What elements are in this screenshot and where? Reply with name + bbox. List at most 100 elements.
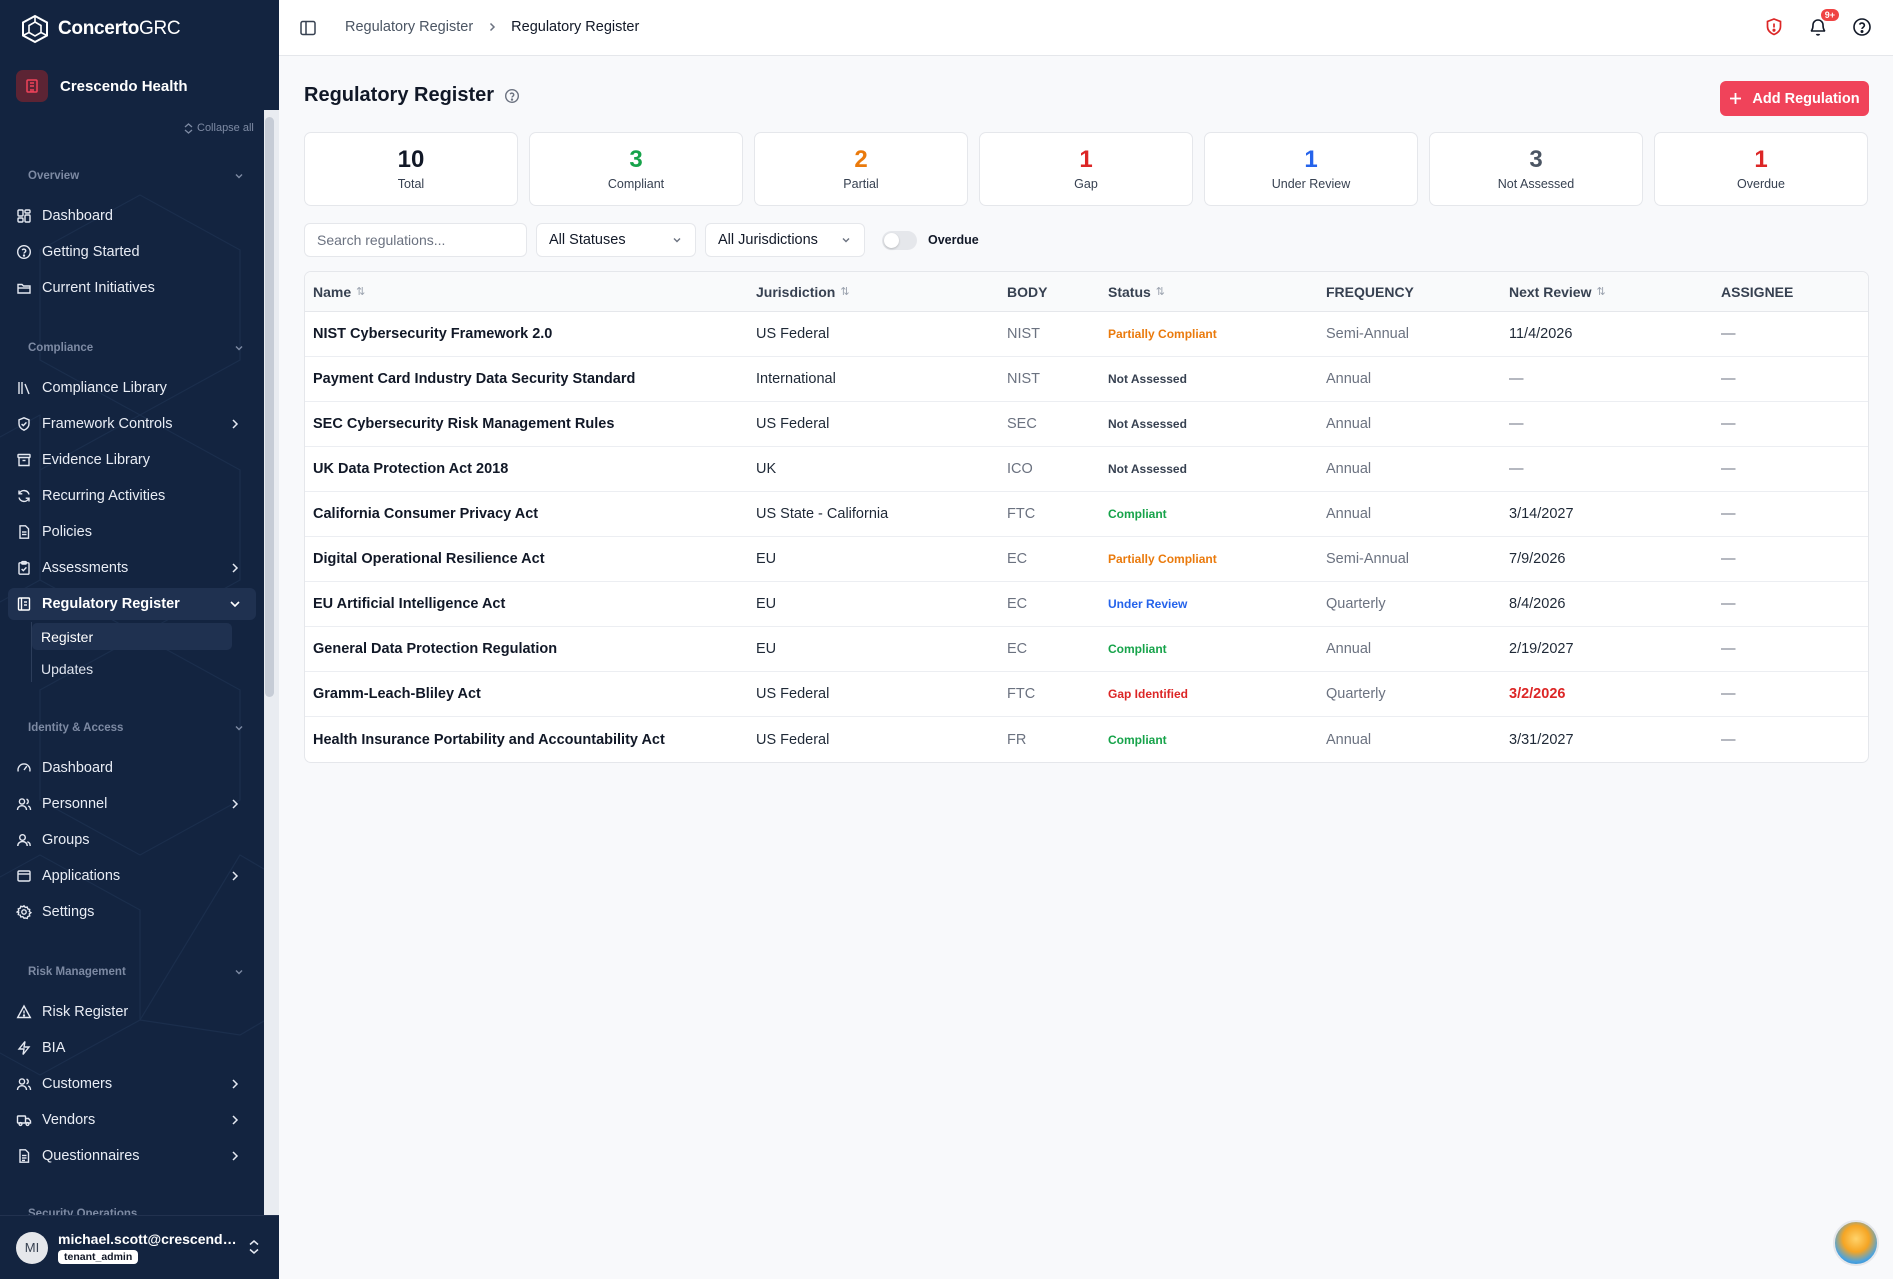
stat-card[interactable]: 1 Gap [979, 132, 1193, 206]
stat-card[interactable]: 10 Total [304, 132, 518, 206]
cell-name[interactable]: EU Artificial Intelligence Act [313, 582, 505, 626]
stat-label: Total [397, 177, 425, 192]
filters-bar: All Statuses All Jurisdictions Overdue [304, 223, 979, 257]
sidebar-item-settings[interactable]: Settings [8, 896, 256, 928]
sidebar-toggle-icon[interactable] [299, 19, 317, 37]
overdue-toggle[interactable] [882, 230, 917, 250]
column-header-status[interactable]: Status ⇅ [1108, 272, 1165, 311]
sidebar-item-getting-started[interactable]: Getting Started [8, 236, 256, 268]
sidebar-item-framework-controls[interactable]: Framework Controls [8, 408, 256, 440]
status-badge: Not Assessed [1108, 417, 1187, 431]
sidebar-item-applications[interactable]: Applications [8, 860, 256, 892]
sidebar-item-bia[interactable]: BIA [8, 1032, 256, 1064]
section-identity-access[interactable]: Identity & Access [28, 722, 244, 734]
table-row[interactable]: Digital Operational Resilience Act EU EC Pa… [305, 537, 1868, 582]
table-row[interactable]: California Consumer Privacy Act US State … [305, 492, 1868, 537]
chevron-right-icon [232, 799, 239, 809]
stat-label: Under Review [1271, 177, 1351, 192]
assistant-fab-button[interactable] [1833, 1220, 1879, 1266]
section-overview[interactable]: Overview [28, 170, 244, 182]
cell-name[interactable]: NIST Cybersecurity Framework 2.0 [313, 312, 552, 356]
column-header-assignee: ASSIGNEE [1721, 283, 1794, 300]
cell-assignee: — [1721, 596, 1736, 612]
column-header-next-review[interactable]: Next Review ⇅ [1509, 272, 1606, 311]
sidebar-scrollbar[interactable] [265, 117, 274, 697]
sidebar-subitem-updates[interactable]: Updates [32, 655, 232, 682]
sidebar-item-personnel[interactable]: Personnel [8, 788, 256, 820]
cell-name[interactable]: SEC Cybersecurity Risk Management Rules [313, 402, 614, 446]
table-row[interactable]: SEC Cybersecurity Risk Management Rules U… [305, 402, 1868, 447]
cell-jurisdiction: US State - California [756, 506, 889, 522]
folder-icon [16, 280, 32, 296]
stat-card[interactable]: 3 Not Assessed [1429, 132, 1643, 206]
collapse-all-button[interactable]: Collapse all [184, 122, 254, 134]
file-text-icon [16, 524, 32, 540]
table-row[interactable]: Health Insurance Portability and Account… [305, 717, 1868, 762]
sidebar-item-dashboard[interactable]: Dashboard [8, 200, 256, 232]
toggle-knob [884, 232, 899, 248]
cell-name[interactable]: Digital Operational Resilience Act [313, 537, 545, 581]
cell-name[interactable]: Payment Card Industry Data Security Stan… [313, 357, 635, 401]
table-row[interactable]: Payment Card Industry Data Security Stan… [305, 357, 1868, 402]
sidebar-item-policies[interactable]: Policies [8, 516, 256, 548]
table-row[interactable]: UK Data Protection Act 2018 UK ICO Not Asse… [305, 447, 1868, 492]
brand-logo[interactable]: ConcertoGRC [20, 14, 181, 44]
sidebar-item-vendors[interactable]: Vendors [8, 1104, 256, 1136]
sidebar-item-assessments[interactable]: Assessments [8, 552, 256, 584]
section-risk-management[interactable]: Risk Management [28, 966, 244, 978]
brand-name: ConcertoGRC [58, 18, 181, 39]
tenant-name: Crescendo Health [60, 77, 188, 95]
sidebar-item-questionnaires[interactable]: Questionnaires [8, 1140, 256, 1172]
users-icon [16, 796, 32, 812]
cell-name[interactable]: UK Data Protection Act 2018 [313, 447, 508, 491]
cell-body: NIST [1007, 371, 1041, 387]
sidebar-subitem-register[interactable]: Register [32, 623, 232, 650]
security-alert-button[interactable] [1763, 16, 1785, 38]
stat-card[interactable]: 1 Under Review [1204, 132, 1418, 206]
sidebar-item-recurring-activities[interactable]: Recurring Activities [8, 480, 256, 512]
notifications-button[interactable]: 9+ [1807, 9, 1839, 38]
chevron-right-icon [232, 1079, 239, 1089]
cell-name[interactable]: General Data Protection Regulation [313, 627, 557, 671]
cell-name[interactable]: Gramm-Leach-Bliley Act [313, 672, 481, 716]
cell-name[interactable]: Health Insurance Portability and Account… [313, 717, 665, 762]
table-row[interactable]: NIST Cybersecurity Framework 2.0 US Feder… [305, 312, 1868, 357]
stats-row: 10 Total 3 Compliant 2 Partial 1 Gap 1 Under Revi… [304, 132, 1868, 206]
user-menu[interactable]: MI michael.scott@crescendohealth.com ten… [0, 1215, 279, 1279]
stat-card[interactable]: 1 Overdue [1654, 132, 1868, 206]
table-row[interactable]: EU Artificial Intelligence Act EU EC Under … [305, 582, 1868, 627]
table-body: NIST Cybersecurity Framework 2.0 US Feder… [305, 312, 1868, 762]
sidebar-item-compliance-library[interactable]: Compliance Library [8, 372, 256, 404]
sidebar-item-regulatory-register[interactable]: Regulatory Register [8, 588, 256, 620]
stat-card[interactable]: 2 Partial [754, 132, 968, 206]
tenant-switcher[interactable]: Crescendo Health [16, 70, 188, 102]
help-circle-icon[interactable] [504, 88, 520, 104]
breadcrumb-link[interactable]: Regulatory Register [345, 19, 473, 35]
zap-icon [16, 1040, 32, 1056]
sort-icon: ⇅ [356, 286, 366, 298]
cell-assignee: — [1721, 641, 1736, 657]
cell-next-review: 3/2/2026 [1509, 686, 1566, 702]
cell-assignee: — [1721, 326, 1736, 342]
sidebar-item-groups[interactable]: Groups [8, 824, 256, 856]
column-header-name[interactable]: Name ⇅ [313, 272, 365, 311]
stat-value: 3 [629, 145, 643, 173]
breadcrumb: Regulatory Register Regulatory Register [345, 19, 639, 35]
cell-next-review: — [1509, 371, 1524, 387]
table-row[interactable]: General Data Protection Regulation EU EC Co… [305, 627, 1868, 672]
column-header-jurisdiction[interactable]: Jurisdiction ⇅ [756, 272, 850, 311]
search-input[interactable] [304, 223, 527, 257]
cell-name[interactable]: California Consumer Privacy Act [313, 492, 538, 536]
table-row[interactable]: Gramm-Leach-Bliley Act US Federal FTC Gap I… [305, 672, 1868, 717]
sidebar-item-evidence-library[interactable]: Evidence Library [8, 444, 256, 476]
sidebar-item-risk-register[interactable]: Risk Register [8, 996, 256, 1028]
sidebar-item-customers[interactable]: Customers [8, 1068, 256, 1100]
status-filter-select[interactable]: All Statuses [536, 223, 696, 257]
jurisdiction-filter-select[interactable]: All Jurisdictions [705, 223, 865, 257]
add-regulation-button[interactable]: Add Regulation [1720, 81, 1869, 116]
section-compliance[interactable]: Compliance [28, 342, 244, 354]
sidebar-item-current-initiatives[interactable]: Current Initiatives [8, 272, 256, 304]
help-button[interactable] [1851, 16, 1873, 38]
stat-card[interactable]: 3 Compliant [529, 132, 743, 206]
sidebar-item-ia-dashboard[interactable]: Dashboard [8, 752, 256, 784]
